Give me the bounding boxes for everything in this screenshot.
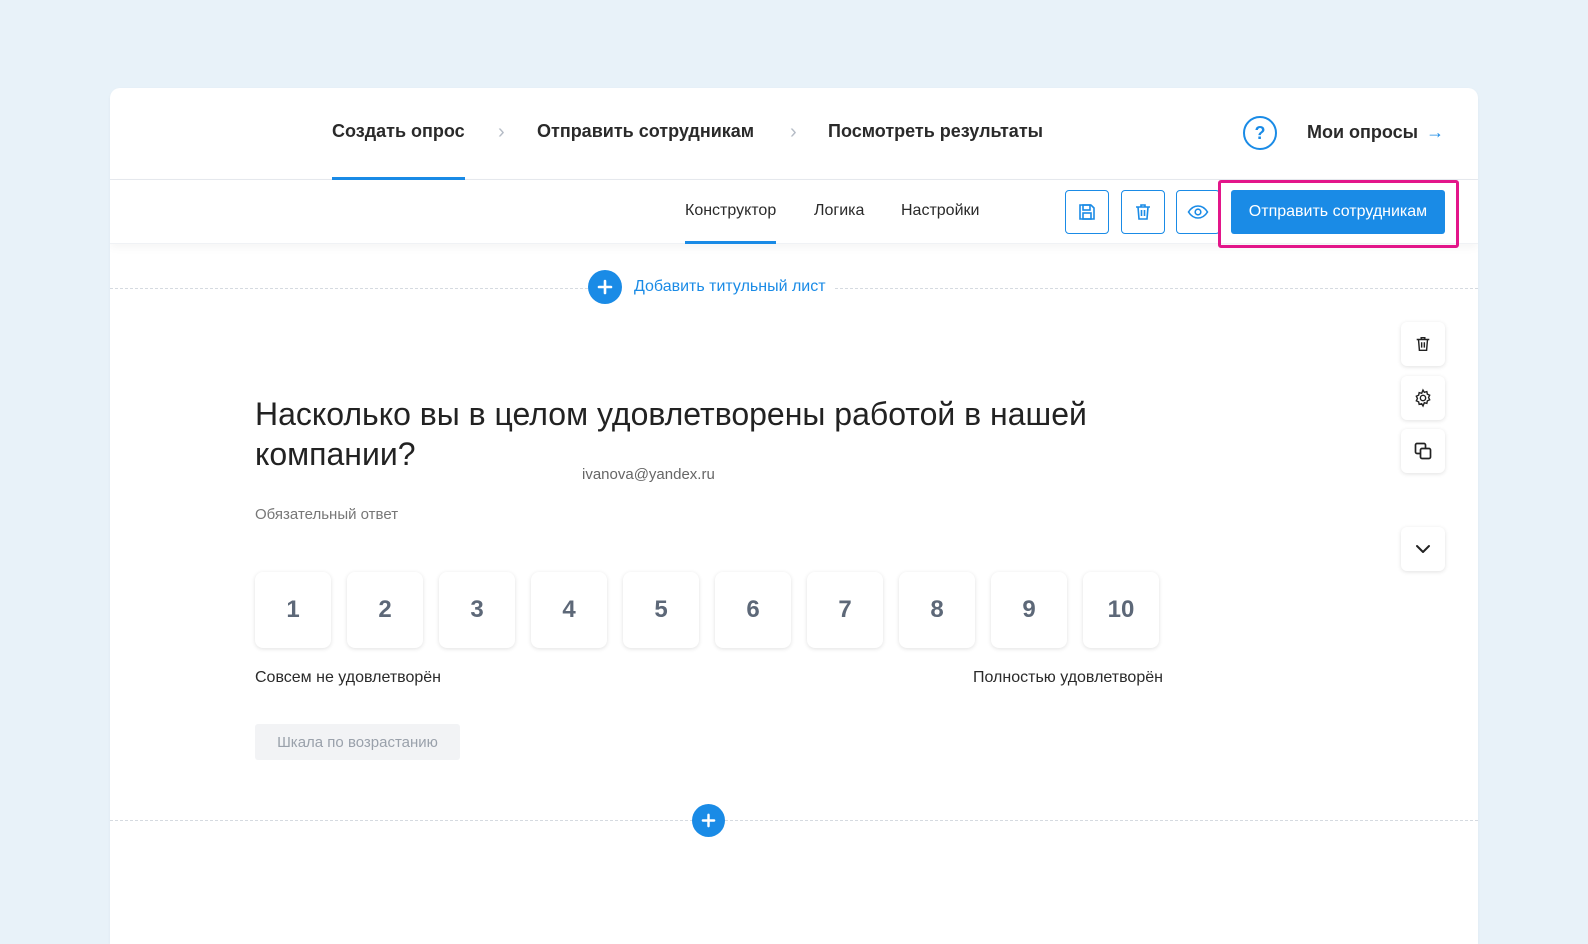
chevron-down-icon — [1416, 545, 1430, 553]
add-title-page-button[interactable]: Добавить титульный лист — [588, 270, 834, 304]
scale-option[interactable]: 10 — [1083, 572, 1159, 648]
trash-icon — [1136, 204, 1150, 220]
scale-option[interactable]: 1 — [255, 572, 331, 648]
help-button[interactable]: ? — [1243, 116, 1277, 150]
tab-constructor[interactable]: Конструктор — [685, 202, 777, 244]
step-send-to-employees[interactable]: Отправить сотрудникам — [537, 121, 754, 180]
copy-icon — [1414, 442, 1432, 460]
step-create-survey[interactable]: Создать опрос — [332, 121, 465, 180]
scale-option[interactable]: 3 — [439, 572, 515, 648]
user-email: ivanova@yandex.ru — [582, 466, 715, 483]
tab-logic[interactable]: Логика — [814, 202, 864, 244]
tab-settings[interactable]: Настройки — [901, 202, 979, 244]
rating-scale: 1 2 3 4 5 6 7 8 9 10 — [255, 572, 1159, 648]
my-surveys-label: Мои опросы — [1307, 122, 1419, 142]
save-button[interactable] — [1065, 190, 1109, 234]
question-mark-icon: ? — [1254, 122, 1266, 143]
plus-icon — [588, 270, 622, 304]
step-view-results[interactable]: Посмотреть результаты — [828, 121, 1043, 180]
collapse-question-button[interactable] — [1401, 527, 1445, 571]
scale-order-button[interactable]: Шкала по возрастанию — [255, 724, 460, 760]
preview-button[interactable] — [1176, 190, 1220, 234]
scale-option[interactable]: 7 — [807, 572, 883, 648]
my-surveys-link[interactable]: Мои опросы → — [1307, 122, 1444, 143]
scale-min-label[interactable]: Совсем не удовлетворён — [255, 669, 441, 687]
top-navigation: Создать опрос › Отправить сотрудникам › … — [110, 88, 1478, 180]
section-divider — [110, 820, 1478, 821]
trash-icon — [1416, 336, 1430, 352]
scale-option[interactable]: 5 — [623, 572, 699, 648]
add-title-page-label: Добавить титульный лист — [634, 278, 826, 295]
scale-option[interactable]: 2 — [347, 572, 423, 648]
gear-icon — [1415, 388, 1431, 408]
arrow-right-icon: → — [1426, 122, 1445, 142]
scale-option[interactable]: 6 — [715, 572, 791, 648]
plus-icon — [701, 813, 716, 828]
add-question-button[interactable] — [692, 804, 725, 837]
delete-button[interactable] — [1121, 190, 1165, 234]
save-icon — [1079, 204, 1095, 220]
required-answer-label[interactable]: Обязательный ответ — [255, 506, 398, 523]
delete-question-button[interactable] — [1401, 322, 1445, 366]
question-title[interactable]: Насколько вы в целом удовлетворены работ… — [255, 394, 1135, 474]
step-separator-icon: › — [790, 121, 797, 143]
step-separator-icon: › — [498, 121, 505, 143]
eye-icon — [1187, 205, 1209, 219]
scale-option[interactable]: 8 — [899, 572, 975, 648]
duplicate-question-button[interactable] — [1401, 429, 1445, 473]
scale-option[interactable]: 4 — [531, 572, 607, 648]
question-settings-button[interactable] — [1401, 376, 1445, 420]
send-to-employees-button[interactable]: Отправить сотрудникам — [1231, 190, 1445, 234]
survey-editor-window: Создать опрос › Отправить сотрудникам › … — [110, 88, 1478, 944]
scale-option[interactable]: 9 — [991, 572, 1067, 648]
scale-max-label[interactable]: Полностью удовлетворён — [973, 669, 1163, 687]
